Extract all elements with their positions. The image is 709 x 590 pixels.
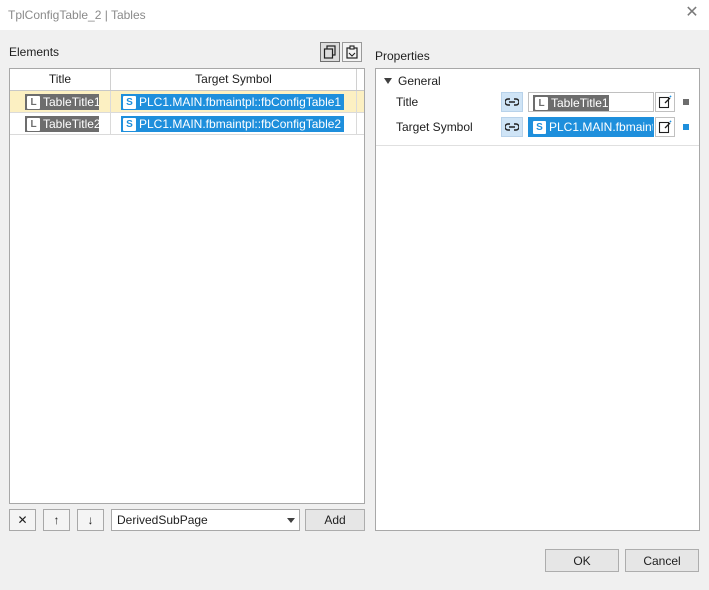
row-symbol: PLC1.MAIN.fbmaintpl::fbConfigTable2 bbox=[139, 117, 342, 131]
paste-icon[interactable] bbox=[342, 42, 362, 62]
symbol-chip: S PLC1.MAIN.fbmaintpl::fbConfigTable2 bbox=[121, 116, 344, 132]
delete-icon: ✕ bbox=[17, 513, 28, 527]
arrow-down-icon: ↓ bbox=[87, 513, 94, 527]
symbol-chip: S PLC1.MAIN.fbmaintpl::fbConfigTable1 bbox=[121, 94, 344, 110]
row-title: TableTitle1 bbox=[43, 95, 99, 109]
symbol-cell[interactable]: S PLC1.MAIN.fbmaintpl::fbConfigTable2 bbox=[111, 113, 357, 134]
label-chip: L TableTitle1 bbox=[25, 94, 99, 110]
property-value-title[interactable]: L TableTitle1 bbox=[528, 92, 654, 112]
link-icon[interactable] bbox=[501, 117, 523, 137]
add-button[interactable]: Add bbox=[305, 509, 365, 531]
property-label-target-symbol: Target Symbol bbox=[396, 120, 473, 134]
property-symbol-value: PLC1.MAIN.fbmaint bbox=[549, 120, 654, 134]
title-cell[interactable]: L TableTitle2 bbox=[10, 113, 111, 134]
row-symbol: PLC1.MAIN.fbmaintpl::fbConfigTable1 bbox=[139, 95, 342, 109]
status-indicator-title bbox=[683, 99, 689, 105]
type-combo[interactable]: DerivedSubPage bbox=[111, 509, 300, 531]
close-icon[interactable]: ✕ bbox=[685, 5, 699, 21]
table-row[interactable]: L TableTitle1 S PLC1.MAIN.fbmaintpl::fbC… bbox=[10, 91, 364, 113]
grid-header: Title Target Symbol bbox=[10, 69, 364, 91]
label-badge: L bbox=[535, 96, 548, 110]
window-title: TplConfigTable_2 | Tables bbox=[8, 8, 146, 22]
properties-label: Properties bbox=[375, 49, 430, 63]
symbol-cell[interactable]: S PLC1.MAIN.fbmaintpl::fbConfigTable1 bbox=[111, 91, 357, 112]
property-label-title: Title bbox=[396, 95, 419, 109]
column-header-target-symbol[interactable]: Target Symbol bbox=[111, 69, 357, 90]
move-up-button[interactable]: ↑ bbox=[43, 509, 70, 531]
row-title: TableTitle2 bbox=[43, 117, 99, 131]
table-row[interactable]: L TableTitle2 S PLC1.MAIN.fbmaintpl::fbC… bbox=[10, 113, 364, 135]
elements-grid[interactable]: Title Target Symbol L TableTitle1 S PLC1… bbox=[9, 68, 365, 504]
status-indicator-target-symbol bbox=[683, 124, 689, 130]
title-bar: TplConfigTable_2 | Tables ✕ bbox=[0, 0, 709, 30]
cancel-button[interactable]: Cancel bbox=[625, 549, 699, 572]
group-general[interactable]: General bbox=[384, 73, 441, 89]
elements-label: Elements bbox=[9, 45, 60, 59]
move-down-button[interactable]: ↓ bbox=[77, 509, 104, 531]
properties-grid: General Title L TableTitle1 Target Symbo… bbox=[375, 68, 700, 531]
group-label: General bbox=[398, 74, 441, 88]
title-cell[interactable]: L TableTitle1 bbox=[10, 91, 111, 112]
ok-button[interactable]: OK bbox=[545, 549, 619, 572]
label-chip: L TableTitle1 bbox=[533, 95, 609, 111]
symbol-badge: S bbox=[123, 117, 136, 131]
symbol-chip: S PLC1.MAIN.fbmaint bbox=[531, 119, 654, 135]
divider bbox=[376, 145, 699, 146]
type-combo-value: DerivedSubPage bbox=[117, 513, 208, 527]
edit-icon[interactable] bbox=[655, 92, 675, 112]
column-header-title[interactable]: Title bbox=[10, 69, 111, 90]
delete-button[interactable]: ✕ bbox=[9, 509, 36, 531]
symbol-badge: S bbox=[123, 95, 136, 109]
property-value-target-symbol[interactable]: S PLC1.MAIN.fbmaint bbox=[528, 117, 654, 137]
label-badge: L bbox=[27, 95, 40, 109]
collapse-triangle-icon[interactable] bbox=[384, 78, 392, 84]
property-title-value: TableTitle1 bbox=[551, 96, 609, 110]
chevron-down-icon[interactable] bbox=[287, 518, 295, 523]
edit-icon[interactable] bbox=[655, 117, 675, 137]
copy-icon[interactable] bbox=[320, 42, 340, 62]
label-chip: L TableTitle2 bbox=[25, 116, 99, 132]
label-badge: L bbox=[27, 117, 40, 131]
arrow-up-icon: ↑ bbox=[53, 513, 60, 527]
symbol-badge: S bbox=[533, 120, 546, 134]
link-icon[interactable] bbox=[501, 92, 523, 112]
